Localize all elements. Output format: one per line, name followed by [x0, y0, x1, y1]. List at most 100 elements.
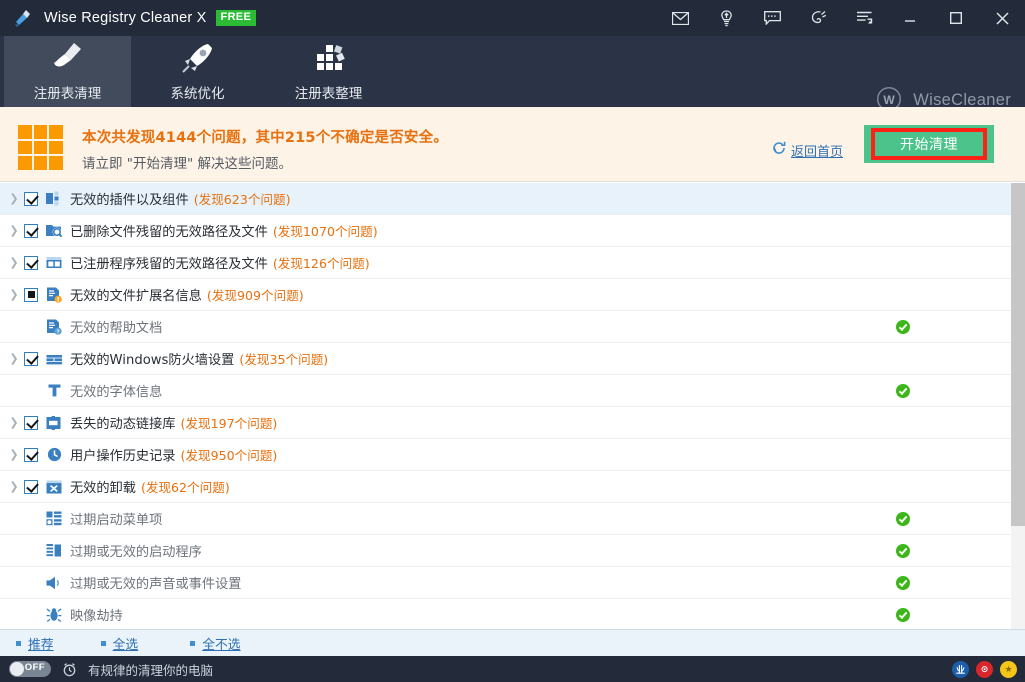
table-row[interactable]: ❯已注册程序残留的无效路径及文件(发现126个问题): [0, 247, 1011, 279]
firewall-icon: [45, 351, 63, 367]
row-label: 用户操作历史记录: [70, 445, 176, 464]
row-checkbox[interactable]: [24, 192, 38, 206]
table-row[interactable]: ❯映像劫持: [0, 599, 1011, 631]
back-home-link[interactable]: 返回首页: [772, 141, 843, 160]
expand-chevron-icon[interactable]: ❯: [6, 352, 22, 365]
tray-icon-blue[interactable]: 业: [952, 661, 969, 678]
title-bar: Wise Registry Cleaner X FREE: [0, 0, 1025, 36]
row-checkbox[interactable]: [24, 288, 38, 302]
row-label: 无效的卸载: [70, 477, 136, 496]
toggle-knob: [10, 662, 24, 676]
defrag-blocks-icon: [309, 41, 349, 75]
row-checkbox[interactable]: [24, 480, 38, 494]
status-ok-icon: [896, 320, 910, 334]
app-logo-icon: [13, 8, 33, 28]
tray-icons: 业 ⊙ ★: [952, 661, 1017, 678]
schedule-toggle[interactable]: OFF: [9, 661, 51, 677]
support-hand-icon[interactable]: [795, 0, 841, 36]
list-scrollbar-thumb[interactable]: [1011, 183, 1025, 526]
tab-strip: 注册表清理 系统优化: [0, 36, 1025, 107]
row-label: 已删除文件残留的无效路径及文件: [70, 221, 268, 240]
file-ext-warning-icon: [45, 287, 63, 303]
row-label: 无效的帮助文档: [70, 317, 162, 336]
table-row[interactable]: ❯无效的插件以及组件(发现623个问题): [0, 183, 1011, 215]
mail-icon[interactable]: [657, 0, 703, 36]
status-ok-icon: [896, 608, 910, 622]
banner-headline: 本次共发现4144个问题，其中215个不确定是否安全。: [82, 126, 448, 147]
row-issue-count: (发现623个问题): [194, 189, 291, 208]
expand-chevron-icon[interactable]: ❯: [6, 448, 22, 461]
status-ok-icon: [896, 384, 910, 398]
table-row[interactable]: ❯丢失的动态链接库(发现197个问题): [0, 407, 1011, 439]
feedback-icon[interactable]: [749, 0, 795, 36]
menu-list-icon[interactable]: [841, 0, 887, 36]
expand-chevron-icon[interactable]: ❯: [6, 480, 22, 493]
expand-chevron-icon[interactable]: ❯: [6, 192, 22, 205]
tray-icon-star[interactable]: ★: [1000, 661, 1017, 678]
tab-system-optimize[interactable]: 系统优化: [134, 36, 261, 107]
lightbulb-upload-icon[interactable]: [703, 0, 749, 36]
tab-label: 注册表清理: [34, 82, 102, 102]
expand-chevron-icon[interactable]: ❯: [6, 256, 22, 269]
row-label: 无效的字体信息: [70, 381, 162, 400]
select-none-label: 全不选: [202, 634, 240, 653]
tab-registry-defrag[interactable]: 注册表整理: [265, 36, 392, 107]
start-clean-button[interactable]: 开始清理: [864, 125, 994, 163]
table-row[interactable]: ❯已删除文件残留的无效路径及文件(发现1070个问题): [0, 215, 1011, 247]
start-menu-icon: [45, 511, 63, 527]
app-title: Wise Registry Cleaner X: [44, 10, 207, 26]
row-issue-count: (发现197个问题): [181, 413, 278, 432]
plugin-icon: [45, 191, 63, 207]
select-recommended-button[interactable]: 推荐: [16, 634, 54, 653]
svg-text:W: W: [884, 93, 896, 107]
alarm-clock-icon: [62, 662, 77, 677]
row-label: 过期启动菜单项: [70, 509, 162, 528]
minimize-icon[interactable]: [887, 0, 933, 36]
table-row[interactable]: ❯过期或无效的启动程序: [0, 535, 1011, 567]
table-row[interactable]: ❯无效的Windows防火墙设置(发现35个问题): [0, 343, 1011, 375]
row-checkbox[interactable]: [24, 352, 38, 366]
tab-label: 注册表整理: [295, 82, 363, 102]
bullet-icon: [101, 641, 106, 646]
row-checkbox[interactable]: [24, 256, 38, 270]
tab-registry-cleaner[interactable]: 注册表清理: [4, 36, 131, 107]
selection-toolbar: 推荐 全选 全不选: [0, 629, 1025, 656]
row-checkbox[interactable]: [24, 448, 38, 462]
table-row[interactable]: ❯过期或无效的声音或事件设置: [0, 567, 1011, 599]
tray-icon-red[interactable]: ⊙: [976, 661, 993, 678]
maximize-icon[interactable]: [933, 0, 979, 36]
expand-chevron-icon[interactable]: ❯: [6, 224, 22, 237]
grid-blocks-icon: [18, 125, 63, 170]
status-ok-icon: [896, 576, 910, 590]
table-row[interactable]: ❯无效的文件扩展名信息(发现909个问题): [0, 279, 1011, 311]
deleted-file-icon: [45, 223, 63, 239]
expand-chevron-icon[interactable]: ❯: [6, 288, 22, 301]
svg-text:?: ?: [56, 329, 59, 335]
row-issue-count: (发现62个问题): [141, 477, 230, 496]
table-row[interactable]: ❯过期启动菜单项: [0, 503, 1011, 535]
start-clean-label: 开始清理: [900, 134, 958, 154]
status-ok-icon: [896, 512, 910, 526]
select-none-button[interactable]: 全不选: [190, 634, 240, 653]
row-checkbox[interactable]: [24, 416, 38, 430]
table-row[interactable]: ❯ 无效的卸载 (发现62个问题): [0, 471, 1011, 503]
expand-chevron-icon[interactable]: ❯: [6, 416, 22, 429]
sound-icon: [45, 575, 63, 591]
window-controls: [657, 0, 1025, 36]
table-row[interactable]: ❯用户操作历史记录(发现950个问题): [0, 439, 1011, 471]
select-all-button[interactable]: 全选: [101, 634, 139, 653]
table-row[interactable]: ❯无效的字体信息: [0, 375, 1011, 407]
row-checkbox[interactable]: [24, 224, 38, 238]
refresh-icon: [772, 141, 786, 160]
font-icon: [45, 383, 63, 399]
close-icon[interactable]: [979, 0, 1025, 36]
table-row[interactable]: ❯?无效的帮助文档: [0, 311, 1011, 343]
status-bar: OFF 有规律的清理你的电脑 业 ⊙ ★: [0, 656, 1025, 682]
row-issue-count: (发现909个问题): [207, 285, 304, 304]
row-label: 过期或无效的启动程序: [70, 541, 202, 560]
row-issue-count: (发现35个问题): [239, 349, 328, 368]
select-all-label: 全选: [113, 634, 139, 653]
banner-subline: 请立即 "开始清理" 解决这些问题。: [82, 152, 292, 172]
select-recommended-label: 推荐: [28, 634, 54, 653]
registered-app-icon: [45, 255, 63, 271]
